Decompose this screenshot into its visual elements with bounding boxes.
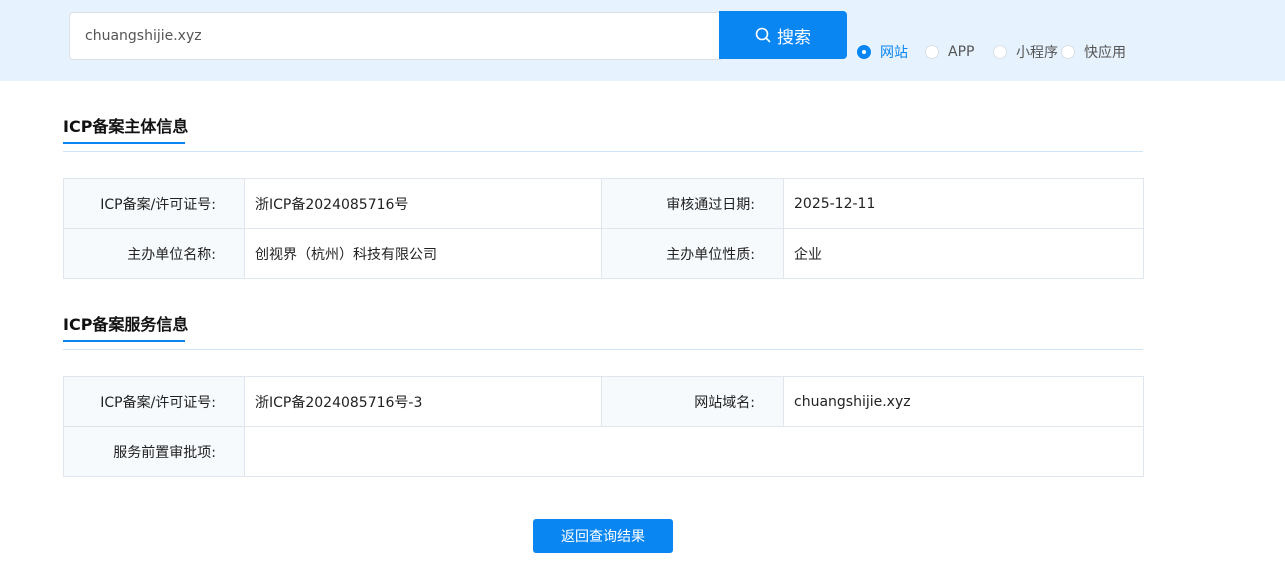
- field-value: chuangshijie.xyz: [783, 376, 1144, 427]
- radio-unchecked-icon: [925, 45, 939, 59]
- field-value: 浙ICP备2024085716号-3: [244, 376, 602, 427]
- radio-checked-icon: [857, 45, 871, 59]
- subject-info-table: ICP备案/许可证号: 浙ICP备2024085716号 审核通过日期: 202…: [63, 178, 1144, 279]
- field-value: 浙ICP备2024085716号: [244, 178, 602, 229]
- radio-option-website[interactable]: 网站: [857, 41, 908, 63]
- field-label: 服务前置审批项:: [63, 426, 245, 477]
- radio-option-miniprogram[interactable]: 小程序: [993, 41, 1058, 63]
- section-title-underline: [63, 142, 185, 144]
- service-info-table: ICP备案/许可证号: 浙ICP备2024085716号-3 网站域名: chu…: [63, 376, 1144, 477]
- radio-label: APP: [948, 44, 975, 60]
- search-button-label: 搜索: [777, 27, 811, 47]
- search-bar-area: 搜索 网站 APP 小程序 快应用: [0, 0, 1285, 81]
- search-input[interactable]: [69, 12, 721, 60]
- section-divider: [63, 151, 1143, 152]
- radio-option-quickapp[interactable]: 快应用: [1061, 41, 1126, 63]
- field-value: 创视界（杭州）科技有限公司: [244, 228, 602, 279]
- table-row: 服务前置审批项:: [63, 426, 1144, 477]
- field-value: [244, 426, 1144, 477]
- table-row: 主办单位名称: 创视界（杭州）科技有限公司 主办单位性质: 企业: [63, 228, 1144, 279]
- back-to-results-button[interactable]: 返回查询结果: [533, 519, 673, 553]
- radio-label: 网站: [880, 45, 908, 61]
- field-label: ICP备案/许可证号:: [63, 376, 245, 427]
- search-icon: [755, 27, 771, 43]
- search-button[interactable]: 搜索: [719, 11, 847, 59]
- table-row: ICP备案/许可证号: 浙ICP备2024085716号-3 网站域名: chu…: [63, 376, 1144, 427]
- section-title-subject: ICP备案主体信息: [63, 117, 189, 136]
- radio-label: 小程序: [1016, 45, 1058, 61]
- field-label: 主办单位性质:: [601, 228, 784, 279]
- section-title-service: ICP备案服务信息: [63, 315, 189, 334]
- field-value: 2025-12-11: [783, 178, 1144, 229]
- table-row: ICP备案/许可证号: 浙ICP备2024085716号 审核通过日期: 202…: [63, 178, 1144, 229]
- field-label: 主办单位名称:: [63, 228, 245, 279]
- radio-option-app[interactable]: APP: [925, 41, 974, 63]
- field-label: 网站域名:: [601, 376, 784, 427]
- radio-unchecked-icon: [993, 45, 1007, 59]
- radio-label: 快应用: [1084, 45, 1126, 61]
- section-title-underline: [63, 340, 185, 342]
- field-label: ICP备案/许可证号:: [63, 178, 245, 229]
- radio-unchecked-icon: [1061, 45, 1075, 59]
- section-divider: [63, 349, 1143, 350]
- field-value: 企业: [783, 228, 1144, 279]
- field-label: 审核通过日期:: [601, 178, 784, 229]
